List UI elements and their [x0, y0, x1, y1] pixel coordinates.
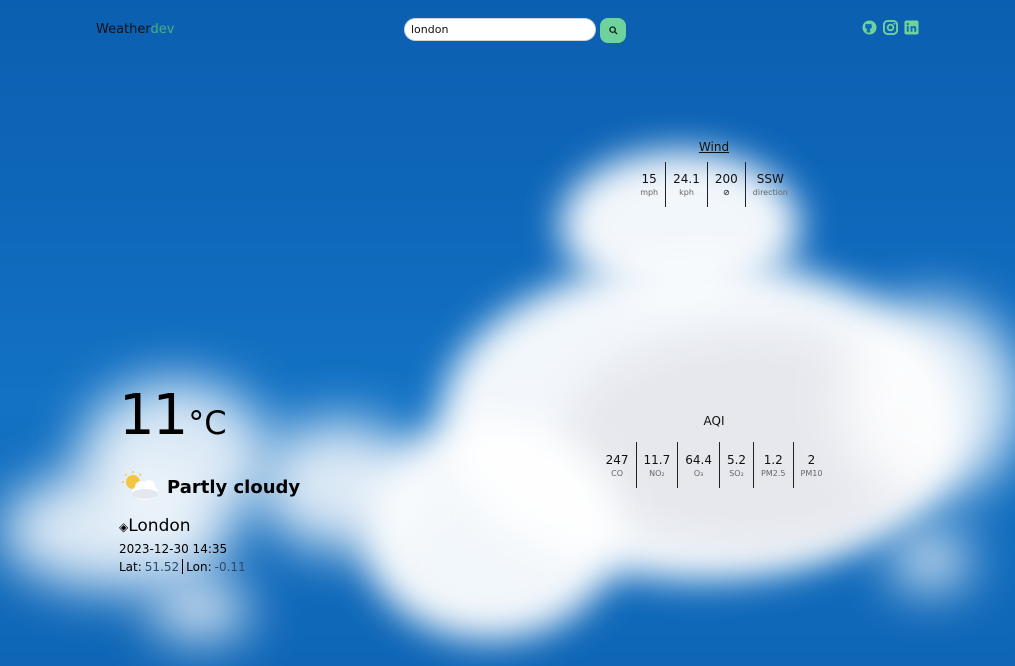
aqi-stat: 2 PM10 — [800, 452, 823, 478]
aqi-stat: 5.2 SO₂ — [720, 442, 755, 488]
instagram-link[interactable] — [883, 20, 898, 35]
brand-logo[interactable]: Weatherdev — [96, 22, 174, 37]
github-icon — [862, 20, 877, 35]
linkedin-link[interactable] — [904, 20, 919, 35]
wind-stat: SSW direction — [752, 172, 788, 197]
search-button[interactable] — [600, 18, 626, 43]
aqi-title: AQI — [703, 414, 725, 428]
location-marker-icon: ◈ — [119, 520, 129, 534]
partly-cloudy-icon — [119, 470, 161, 504]
current-temperature: 11°C — [119, 383, 227, 448]
wind-degree-icon: ⊘ — [722, 188, 730, 197]
aqi-stat: 247 CO — [599, 442, 637, 488]
aqi-stat: 64.4 O₃ — [678, 442, 720, 488]
search-input-value: london — [411, 23, 449, 36]
wind-panel: Wind 15 mph 24.1 kph 200 ⊘ SSW direction — [634, 140, 794, 207]
wind-stat: 24.1 kph — [666, 162, 708, 207]
location-name: ◈London — [119, 516, 191, 536]
search-input[interactable]: london — [404, 18, 596, 41]
aqi-panel: AQI 247 CO 11.7 NO₂ 64.4 O₃ 5.2 SO₂ 1.2 PM2.5… — [604, 414, 824, 488]
navbar: Weatherdev london — [0, 0, 1015, 60]
instagram-icon — [883, 20, 898, 35]
aqi-stat: 11.7 NO₂ — [637, 442, 679, 488]
social-links — [862, 20, 919, 35]
weather-condition: Partly cloudy — [119, 470, 300, 504]
linkedin-icon — [904, 20, 919, 35]
local-datetime: 2023-12-30 14:35 — [119, 542, 228, 556]
wind-stat: 15 mph — [633, 162, 667, 207]
aqi-stat: 1.2 PM2.5 — [754, 442, 794, 488]
wind-stat: 200 ⊘ — [708, 162, 746, 207]
wind-title: Wind — [698, 140, 730, 154]
search-icon — [608, 26, 618, 35]
condition-text: Partly cloudy — [167, 476, 301, 498]
github-link[interactable] — [862, 20, 877, 35]
coordinates: Lat: 51.52 Lon: -0.11 — [119, 559, 246, 574]
